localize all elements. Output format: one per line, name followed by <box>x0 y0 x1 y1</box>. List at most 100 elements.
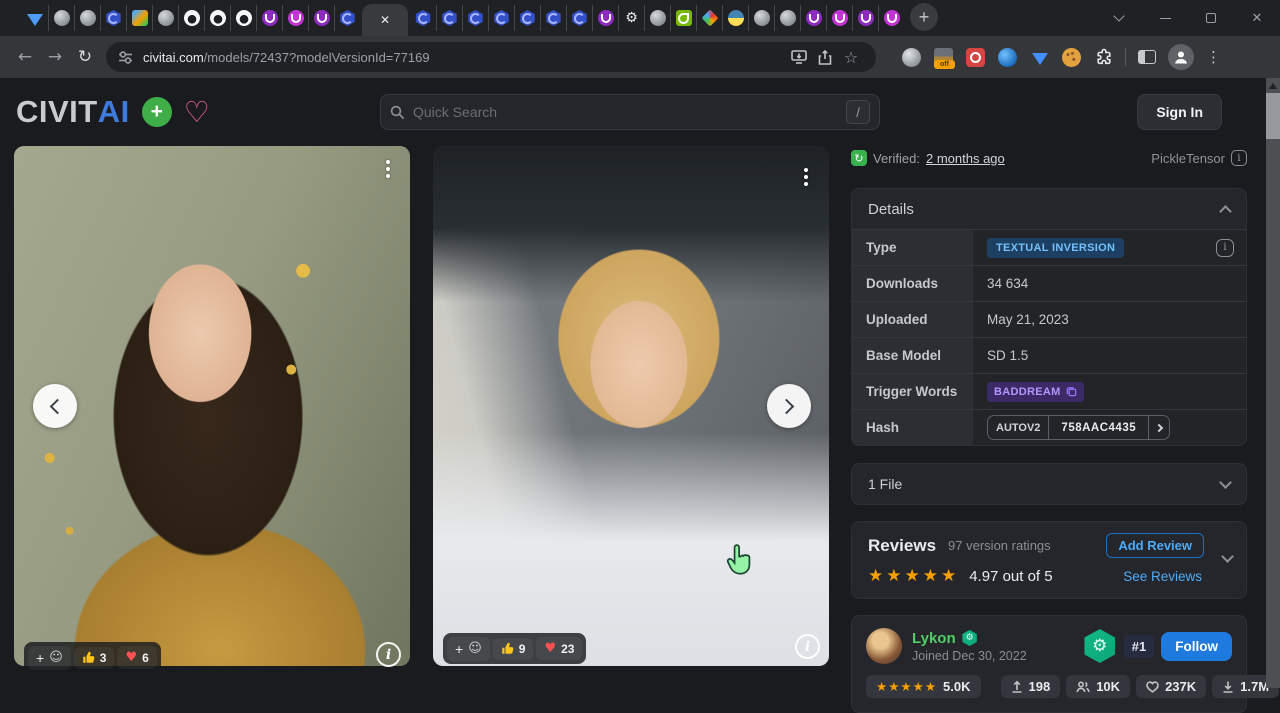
tab-ultra-purple[interactable] <box>308 5 334 31</box>
heart-reaction[interactable]: ♥ 6 <box>117 646 156 669</box>
tab-civitai[interactable] <box>462 5 488 31</box>
forward-button[interactable]: → <box>40 42 70 72</box>
back-button[interactable]: ← <box>10 42 40 72</box>
see-reviews-link[interactable]: See Reviews <box>1123 569 1202 584</box>
hash-expand-button[interactable] <box>1148 416 1169 439</box>
tab-globe[interactable] <box>774 5 800 31</box>
carousel-next-button[interactable] <box>767 384 811 428</box>
tab-globe[interactable] <box>748 5 774 31</box>
create-plus-button[interactable]: + <box>142 97 172 127</box>
quick-search-input[interactable]: Quick Search / <box>380 94 880 130</box>
verified-time-link[interactable]: 2 months ago <box>926 151 1005 166</box>
thumbs-up-reaction[interactable]: 3 <box>74 647 115 669</box>
tab-github[interactable] <box>178 5 204 31</box>
tab-nvidia[interactable] <box>670 5 696 31</box>
tab-civitai[interactable] <box>566 5 592 31</box>
close-window-button[interactable]: ✕ <box>1234 0 1280 36</box>
extension-red-o-icon[interactable] <box>966 48 985 67</box>
creator-likes-chip[interactable]: 237K <box>1136 675 1206 698</box>
restore-button[interactable] <box>1188 0 1234 36</box>
tab-ultra-purple[interactable] <box>592 5 618 31</box>
trigger-word-badge[interactable]: BADDREAM <box>987 382 1084 402</box>
send-to-device-icon[interactable] <box>786 50 812 64</box>
page-scrollbar[interactable] <box>1266 78 1280 688</box>
heart-reaction[interactable]: ♥ 23 <box>536 637 582 660</box>
tab-civitai[interactable] <box>488 5 514 31</box>
creator-uploads-chip[interactable]: 198 <box>1001 675 1061 698</box>
carousel-prev-button[interactable] <box>33 384 77 428</box>
browser-profile-avatar[interactable] <box>1168 44 1194 70</box>
creator-avatar[interactable] <box>866 628 902 664</box>
tab-active[interactable]: ✕ <box>362 4 408 36</box>
tab-ultra-purple[interactable] <box>852 5 878 31</box>
tab-ultra-magenta[interactable] <box>282 5 308 31</box>
minimize-button[interactable] <box>1142 0 1188 36</box>
share-icon[interactable] <box>812 50 838 65</box>
creator-likes-count: 237K <box>1165 679 1196 694</box>
tab-globe[interactable] <box>74 5 100 31</box>
files-header[interactable]: 1 File <box>852 464 1246 504</box>
scrollbar-up-arrow[interactable] <box>1269 83 1277 89</box>
tab-globe[interactable] <box>152 5 178 31</box>
tab-civitai[interactable] <box>334 5 360 31</box>
address-bar[interactable]: civitai.com /models/72437?modelVersionId… <box>106 42 876 72</box>
scrollbar-thumb[interactable] <box>1266 93 1280 139</box>
tab-python[interactable] <box>722 5 748 31</box>
side-panel-icon[interactable] <box>1138 50 1156 64</box>
civitai-logo[interactable]: CIVIT AI <box>16 94 130 130</box>
tab-ultra-magenta[interactable] <box>826 5 852 31</box>
tab-prism[interactable] <box>696 5 722 31</box>
image-2-info-button[interactable] <box>795 634 820 659</box>
extension-globe-icon[interactable] <box>902 48 921 67</box>
thumbs-up-reaction[interactable]: 9 <box>493 638 534 660</box>
tab-search-button[interactable] <box>1096 0 1142 36</box>
chevron-down-icon <box>1113 10 1124 21</box>
browser-menu-icon[interactable]: ⋮ <box>1206 48 1221 66</box>
tab-store[interactable] <box>126 5 152 31</box>
creator-name-link[interactable]: Lykon <box>912 630 956 647</box>
tab-civitai[interactable] <box>100 5 126 31</box>
bookmark-star-icon[interactable]: ☆ <box>838 48 864 67</box>
detail-label: Trigger Words <box>852 374 973 409</box>
tab-civitai[interactable] <box>410 5 436 31</box>
creator-rating-chip[interactable]: ★★★★★ 5.0K <box>866 675 981 698</box>
tab-ultra-purple[interactable] <box>256 5 282 31</box>
tab-civitai[interactable] <box>514 5 540 31</box>
support-heart-icon[interactable]: ♡ <box>184 98 210 126</box>
add-reaction-button[interactable]: +☺ <box>28 646 71 670</box>
hash-widget[interactable]: AUTOV2 758AAC4435 <box>987 415 1170 440</box>
type-info-icon[interactable] <box>1216 239 1234 257</box>
creator-followers-chip[interactable]: 10K <box>1066 675 1130 698</box>
extension-earth-icon[interactable] <box>998 48 1017 67</box>
new-tab-button[interactable]: + <box>910 3 938 31</box>
ultra-magenta-icon <box>832 10 848 26</box>
tab-civitai[interactable] <box>436 5 462 31</box>
add-reaction-button[interactable]: +☺ <box>447 637 490 661</box>
tab-civitai[interactable] <box>540 5 566 31</box>
image-1-info-button[interactable] <box>376 642 401 667</box>
tab-gear[interactable] <box>618 5 644 31</box>
tab-globe[interactable] <box>644 5 670 31</box>
details-header[interactable]: Details <box>852 189 1246 229</box>
format-info-icon[interactable] <box>1231 150 1247 166</box>
reload-button[interactable]: ↻ <box>70 42 100 72</box>
sign-in-button[interactable]: Sign In <box>1137 94 1222 130</box>
tab-github[interactable] <box>230 5 256 31</box>
tab-gem[interactable] <box>22 5 48 31</box>
extension-cookie-icon[interactable] <box>1062 48 1081 67</box>
extension-gem-icon[interactable] <box>1030 48 1049 67</box>
add-review-button[interactable]: Add Review <box>1106 533 1204 558</box>
extensions-puzzle-icon[interactable] <box>1094 48 1113 67</box>
tab-ultra-purple[interactable] <box>800 5 826 31</box>
follow-button[interactable]: Follow <box>1161 632 1232 661</box>
image-1-menu-icon[interactable] <box>386 160 390 178</box>
image-2-menu-icon[interactable] <box>804 168 808 186</box>
tab-globe[interactable] <box>48 5 74 31</box>
tab-ultra-magenta[interactable] <box>878 5 904 31</box>
site-settings-icon[interactable] <box>118 50 133 65</box>
creator-rank-badge-icon[interactable]: ⚙ <box>1083 629 1117 663</box>
copy-icon[interactable] <box>1066 386 1077 397</box>
extension-forest-icon[interactable]: off <box>934 48 953 67</box>
tab-close-icon[interactable]: ✕ <box>380 13 390 27</box>
tab-github[interactable] <box>204 5 230 31</box>
